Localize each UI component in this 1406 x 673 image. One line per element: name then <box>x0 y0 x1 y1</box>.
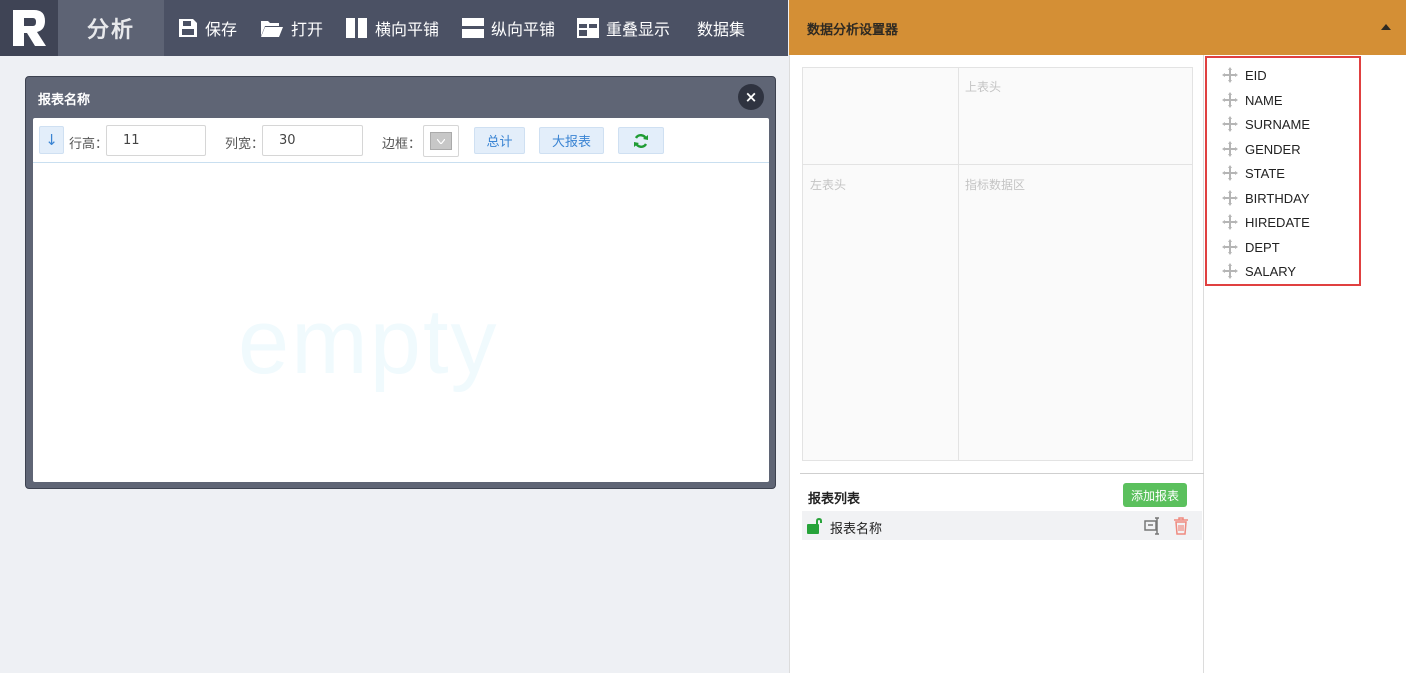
report-window-title: 报表名称 <box>38 93 91 108</box>
dataset-button[interactable]: 数据集 <box>697 0 745 56</box>
field-item-dept[interactable]: DEPT <box>1221 236 1280 258</box>
field-label: EID <box>1245 67 1267 83</box>
field-label: DEPT <box>1245 239 1280 255</box>
folder-open-icon <box>261 21 283 37</box>
field-item-salary[interactable]: SALARY <box>1221 260 1296 282</box>
field-item-name[interactable]: NAME <box>1221 89 1283 111</box>
field-item-state[interactable]: STATE <box>1221 162 1285 184</box>
report-toolbar: ↓ 行高： 11 列宽： 30 边框： 总计 大报表 <box>33 118 769 163</box>
panel-divider <box>1203 55 1204 673</box>
field-item-surname[interactable]: SURNAME <box>1221 113 1310 135</box>
field-list: EID NAME SURNAME GENDER STATE BIRTHDAY H… <box>1205 56 1361 286</box>
total-button[interactable]: 总计 <box>474 127 525 154</box>
report-list-item[interactable]: 报表名称 <box>802 511 1202 540</box>
close-button[interactable]: × <box>738 84 764 110</box>
field-label: GENDER <box>1245 141 1301 157</box>
unlock-icon[interactable] <box>806 517 824 535</box>
field-item-birthday[interactable]: BIRTHDAY <box>1221 187 1310 209</box>
move-icon <box>1222 165 1238 181</box>
open-label: 打开 <box>291 20 324 39</box>
empty-placeholder: empty <box>238 291 499 393</box>
open-button[interactable]: 打开 <box>260 0 323 56</box>
move-icon <box>1222 263 1238 279</box>
field-label: SALARY <box>1245 263 1297 279</box>
analysis-settings-title: 数据分析设置器 <box>807 23 899 38</box>
add-report-button[interactable]: 添加报表 <box>1123 483 1187 507</box>
save-icon <box>179 19 197 37</box>
app-logo <box>0 0 58 56</box>
field-label: BIRTHDAY <box>1245 190 1310 206</box>
sort-button[interactable]: ↓ <box>39 126 64 154</box>
move-icon <box>1222 67 1238 83</box>
field-item-gender[interactable]: GENDER <box>1221 138 1301 160</box>
border-select[interactable] <box>423 125 459 157</box>
analysis-settings-header: 数据分析设置器 <box>789 0 1406 55</box>
report-window: 报表名称 × ↓ 行高： 11 列宽： 30 边框： 总计 大报表 empty <box>25 76 776 489</box>
top-header-dropzone[interactable]: 上表头 <box>965 78 1001 95</box>
report-window-body: ↓ 行高： 11 列宽： 30 边框： 总计 大报表 empty <box>33 118 769 482</box>
report-list-title: 报表列表 <box>808 492 861 507</box>
col-width-input[interactable]: 30 <box>262 125 363 156</box>
collapse-button[interactable] <box>1380 21 1392 33</box>
tile-vertical-label: 纵向平铺 <box>491 20 556 39</box>
refresh-button[interactable] <box>618 127 664 154</box>
move-icon <box>1222 116 1238 132</box>
logo-r-icon <box>13 10 46 46</box>
report-item-name: 报表名称 <box>830 522 883 537</box>
close-icon: × <box>744 88 758 106</box>
save-label: 保存 <box>205 20 238 39</box>
data-area-dropzone[interactable]: 指标数据区 <box>965 176 1025 193</box>
field-item-eid[interactable]: EID <box>1221 64 1267 86</box>
dataset-label: 数据集 <box>697 20 746 39</box>
arrow-down-icon: ↓ <box>45 131 58 149</box>
overlap-button[interactable]: 重叠显示 <box>577 0 670 56</box>
pivot-divider-vertical <box>958 68 959 460</box>
caret-up-icon <box>1381 24 1391 30</box>
pivot-layout-grid: 上表头 左表头 指标数据区 <box>802 67 1193 461</box>
move-icon <box>1222 141 1238 157</box>
save-button[interactable]: 保存 <box>178 0 237 56</box>
row-height-input[interactable]: 11 <box>106 125 206 156</box>
border-swatch <box>430 132 452 150</box>
analysis-settings-panel: 上表头 左表头 指标数据区 EID NAME SURNAME GENDER ST… <box>789 55 1406 673</box>
app-title: 分析 <box>58 0 164 56</box>
tile-horizontal-button[interactable]: 横向平铺 <box>346 0 439 56</box>
border-label: 边框： <box>382 137 422 152</box>
main-toolbar: 分析 保存 打开 横向平铺 纵向平铺 重叠显示 数据集 <box>0 0 788 56</box>
report-list-separator <box>800 473 1204 474</box>
field-item-hiredate[interactable]: HIREDATE <box>1221 211 1310 233</box>
tile-horizontal-icon <box>346 18 367 38</box>
move-icon <box>1222 190 1238 206</box>
col-width-label: 列宽： <box>225 137 265 152</box>
left-header-dropzone[interactable]: 左表头 <box>810 176 846 193</box>
field-label: SURNAME <box>1245 116 1311 132</box>
pivot-divider-horizontal <box>803 164 1192 165</box>
chevron-down-icon <box>437 138 445 144</box>
tile-vertical-button[interactable]: 纵向平铺 <box>462 0 555 56</box>
overlap-label: 重叠显示 <box>606 20 671 39</box>
tile-horizontal-label: 横向平铺 <box>375 20 440 39</box>
overlap-icon <box>577 18 599 38</box>
rename-icon[interactable] <box>1144 517 1162 535</box>
move-icon <box>1222 92 1238 108</box>
refresh-icon <box>634 133 648 148</box>
big-report-button[interactable]: 大报表 <box>539 127 604 154</box>
tile-vertical-icon <box>462 18 484 38</box>
move-icon <box>1222 239 1238 255</box>
move-icon <box>1222 214 1238 230</box>
field-label: STATE <box>1245 165 1285 181</box>
field-label: HIREDATE <box>1245 214 1310 230</box>
trash-icon[interactable] <box>1173 517 1189 535</box>
field-label: NAME <box>1245 92 1283 108</box>
row-height-label: 行高： <box>69 137 109 152</box>
